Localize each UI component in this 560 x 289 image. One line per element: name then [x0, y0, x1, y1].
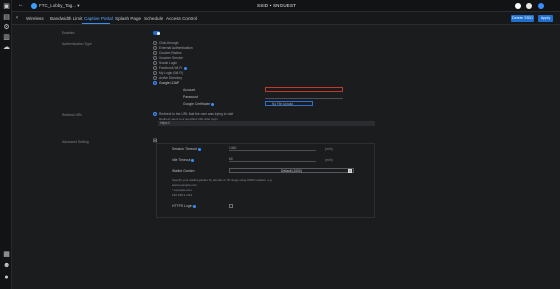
- session-unit: (min): [325, 147, 333, 151]
- info-icon[interactable]: [193, 204, 197, 208]
- auth-radio[interactable]: [153, 41, 157, 45]
- auth-radio[interactable]: [153, 61, 157, 65]
- app-window: ▣ ▤ ⚙ ▥ ☁ ▦ ☻ ● ← FTC_Lobby_Tag... ▾ SSI…: [0, 0, 560, 289]
- auth-option-label: Custom Radius: [159, 51, 182, 55]
- https-login-checkbox[interactable]: [229, 204, 233, 208]
- account-input[interactable]: [265, 87, 343, 92]
- tab-access-control[interactable]: Access Control: [166, 16, 197, 21]
- password-input[interactable]: [265, 94, 343, 99]
- auth-option-label: External Authentication: [159, 46, 193, 50]
- user-icon[interactable]: ●: [3, 274, 10, 281]
- tab-back-icon[interactable]: ‹: [16, 15, 18, 21]
- stats-icon[interactable]: ▥: [3, 34, 10, 41]
- active-tab-indicator: [82, 23, 110, 24]
- enabled-label: Enabled: [62, 31, 75, 35]
- info-icon[interactable]: [198, 147, 202, 151]
- top-bar: ← FTC_Lobby_Tag... ▾ SSID • SNGUEST: [12, 0, 560, 12]
- apply-button[interactable]: Apply: [538, 15, 553, 22]
- session-timeout-input[interactable]: 1440: [229, 146, 316, 151]
- redirect-option-label: Redirect to the URL that the user was tr…: [159, 112, 234, 116]
- auth-type-label: Authentication Type: [62, 42, 92, 46]
- google-cert-label: Google Certificate: [183, 102, 215, 106]
- cloud-icon[interactable]: ☁: [3, 44, 10, 51]
- auth-option-label: My Login (Wi-Fi): [159, 71, 184, 75]
- avatar[interactable]: [538, 3, 544, 9]
- enabled-toggle[interactable]: [153, 31, 160, 35]
- delete-ssid-button[interactable]: Delete SSID: [511, 15, 534, 22]
- auth-radio[interactable]: [153, 46, 157, 50]
- walled-example: www.example.com: [172, 183, 198, 187]
- auth-option-label: Click-through: [159, 41, 179, 45]
- auth-radio[interactable]: [153, 56, 157, 60]
- info-icon[interactable]: [184, 66, 187, 70]
- left-nav-rail: ▣ ▤ ⚙ ▥ ☁ ▦ ☻ ●: [0, 0, 12, 289]
- tab-splash-page[interactable]: Splash Page: [115, 16, 141, 21]
- help-icon[interactable]: [526, 3, 532, 9]
- advanced-setting-label: Advanced Setting: [62, 140, 89, 144]
- site-logo-icon: [31, 3, 37, 9]
- notifications-icon[interactable]: [515, 3, 521, 9]
- auth-option-label: Google LDAP: [159, 81, 180, 85]
- walled-garden-value: Default (1000): [281, 169, 302, 173]
- dashboard-icon[interactable]: ▣: [3, 3, 10, 10]
- settings-icon[interactable]: ⚙: [3, 24, 10, 31]
- auth-option-label: Active Directory: [159, 76, 183, 80]
- auth-option-label: Voucher Service: [159, 56, 184, 60]
- info-icon[interactable]: [191, 158, 195, 162]
- auth-radio[interactable]: [153, 66, 157, 70]
- chevron-down-icon: ▾: [348, 169, 352, 173]
- auth-radio[interactable]: [153, 71, 157, 75]
- redirect-url-label: Redirect URL: [62, 113, 83, 117]
- google-cert-text: Google Certificate: [183, 102, 211, 106]
- idle-timeout-text: Idle Timeout: [172, 158, 191, 162]
- walled-garden-hint: Specify your walled garden by domain or …: [172, 178, 273, 182]
- idle-unit: (min): [325, 158, 333, 162]
- back-arrow-icon[interactable]: ←: [18, 2, 24, 8]
- tab-captive-portal[interactable]: Captive Portal: [84, 16, 113, 21]
- tab-bandwidth-limit[interactable]: Bandwidth Limit: [50, 16, 82, 21]
- walled-garden-select[interactable]: Default (1000) ▾: [229, 168, 354, 173]
- auth-radio[interactable]: [153, 76, 157, 80]
- walled-garden-label: Walled Garden: [172, 169, 195, 173]
- certificate-upload[interactable]: No File Upload: [265, 101, 313, 106]
- redirect-radio-selected[interactable]: [153, 112, 157, 116]
- https-login-label: HTTPS Login: [172, 204, 197, 208]
- session-timeout-label: Session Timeout: [172, 147, 202, 151]
- tab-schedule[interactable]: Schedule: [144, 16, 163, 21]
- report-icon[interactable]: ▦: [3, 251, 10, 258]
- walled-example: *.example.com: [172, 188, 192, 192]
- idle-timeout-label: Idle Timeout: [172, 158, 195, 162]
- auth-option-label: Facebook Wi-Fi: [159, 66, 183, 70]
- account-label: Account: [183, 88, 196, 92]
- site-selector[interactable]: FTC_Lobby_Tag... ▾: [39, 3, 80, 9]
- auth-option-label: Social Login: [159, 61, 177, 65]
- tab-wireless[interactable]: Wireless: [26, 16, 44, 21]
- users-icon[interactable]: ☻: [3, 262, 10, 269]
- devices-icon[interactable]: ▤: [3, 14, 10, 21]
- https-login-text: HTTPS Login: [172, 204, 193, 208]
- session-timeout-text: Session Timeout: [172, 147, 198, 151]
- auth-radio[interactable]: [153, 51, 157, 55]
- redirect-url-input[interactable]: https://: [158, 121, 375, 126]
- page-title: SSID • SNGUEST: [257, 3, 297, 8]
- walled-example: 192.168.1.1/24: [172, 193, 193, 197]
- password-label: Password: [183, 95, 198, 99]
- info-icon[interactable]: [211, 102, 215, 106]
- idle-timeout-input[interactable]: 60: [229, 157, 316, 162]
- auth-radio-selected[interactable]: [153, 81, 157, 85]
